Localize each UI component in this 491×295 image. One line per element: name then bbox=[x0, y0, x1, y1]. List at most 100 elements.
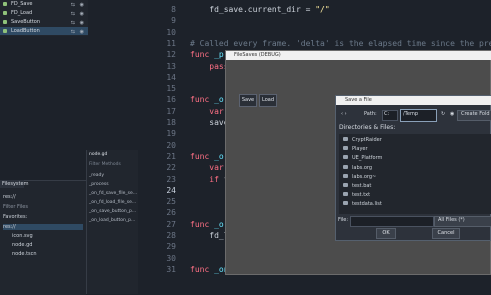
scene-tree-panel: FD_Save ⇆ ◉ FD_Load ⇆ ◉ SaveButton ⇆ ◉ L… bbox=[0, 0, 88, 36]
code-line[interactable]: func _p bbox=[190, 50, 224, 59]
tree-item-label: LoadButton bbox=[11, 28, 40, 34]
line-number: 28 bbox=[166, 231, 176, 240]
method-item[interactable]: _process bbox=[89, 182, 109, 187]
code-line[interactable]: fd_save.current_dir = "/" bbox=[190, 5, 329, 14]
file-label: File: bbox=[338, 217, 349, 223]
tree-item-label: SaveButton bbox=[11, 19, 41, 25]
method-item[interactable]: _on_save_button_p... bbox=[89, 209, 136, 214]
file-list-item[interactable]: test.txt bbox=[343, 192, 370, 198]
line-number: 18 bbox=[166, 118, 176, 127]
file-list-item[interactable]: test.bat bbox=[343, 183, 371, 189]
signal-icon[interactable]: ⇆ bbox=[71, 28, 75, 36]
file-list-item[interactable]: Player bbox=[343, 146, 368, 152]
node-icon bbox=[3, 20, 7, 24]
tree-item-load-button[interactable]: LoadButton ⇆ ◉ bbox=[0, 27, 88, 35]
code-line[interactable]: func _o bbox=[190, 220, 224, 229]
file-name: Player bbox=[352, 146, 368, 153]
file-list-item[interactable]: UE_Platform bbox=[343, 155, 382, 161]
filesystem-path[interactable]: res:// bbox=[3, 194, 16, 200]
line-number: 8 bbox=[171, 5, 176, 14]
code-line[interactable]: # Called every frame. 'delta' is the ela… bbox=[190, 39, 491, 48]
signal-icon[interactable]: ⇆ bbox=[71, 19, 75, 27]
file-list-item[interactable]: testdata.list bbox=[343, 201, 382, 207]
code-line[interactable]: save bbox=[190, 118, 228, 127]
signal-icon[interactable]: ⇆ bbox=[71, 10, 75, 18]
show-hidden-icon[interactable]: ◉ bbox=[450, 111, 454, 117]
line-number: 14 bbox=[166, 72, 176, 82]
line-number: 27 bbox=[166, 219, 176, 229]
method-item[interactable]: _on_load_button_p... bbox=[89, 218, 135, 223]
folder-icon bbox=[343, 146, 348, 151]
file-name: testdata.list bbox=[352, 201, 382, 208]
path-label: Path: bbox=[364, 111, 377, 117]
node-icon bbox=[3, 2, 7, 6]
file-list-item[interactable]: CryptRaider bbox=[343, 137, 382, 143]
tree-item-fd-save[interactable]: FD_Save ⇆ ◉ bbox=[0, 0, 88, 8]
method-item[interactable]: _on_fd_save_file_se... bbox=[89, 191, 137, 196]
tree-item-fd-load[interactable]: FD_Load ⇆ ◉ bbox=[0, 9, 88, 17]
line-number: 22 bbox=[166, 163, 176, 173]
line-number: 13 bbox=[166, 61, 176, 71]
fs-item-res[interactable]: res:// bbox=[3, 224, 83, 230]
line-number: 23 bbox=[166, 174, 176, 184]
file-icon bbox=[343, 192, 348, 197]
back-icon[interactable]: ‹ › bbox=[341, 111, 347, 117]
node-icon bbox=[3, 29, 7, 33]
line-number: 21 bbox=[166, 151, 176, 161]
path-input-value: /Temp bbox=[403, 111, 419, 117]
code-line[interactable]: var bbox=[190, 107, 223, 116]
line-number: 30 bbox=[166, 253, 176, 263]
code-line[interactable]: func _o bbox=[190, 152, 224, 161]
line-number: 10 bbox=[166, 27, 176, 37]
file-icon bbox=[343, 201, 348, 206]
fs-item-node-tscn[interactable]: node.tscn bbox=[12, 251, 37, 257]
filter-methods-input[interactable]: Filter Methods bbox=[89, 162, 121, 167]
folder-icon bbox=[343, 137, 348, 141]
refresh-icon[interactable]: ↻ bbox=[441, 111, 445, 117]
file-name-input[interactable] bbox=[350, 216, 434, 227]
directories-files-label: Directories & Files: bbox=[339, 124, 396, 131]
code-line[interactable]: func _o bbox=[190, 95, 224, 104]
fs-item-node-gd[interactable]: node.gd bbox=[12, 242, 32, 248]
method-item[interactable]: _on_fd_load_file_se... bbox=[89, 200, 136, 205]
visibility-icon[interactable]: ◉ bbox=[80, 1, 84, 9]
line-number: 25 bbox=[166, 197, 176, 207]
line-number: 26 bbox=[166, 208, 176, 218]
fs-item-icon-svg[interactable]: icon.svg bbox=[12, 233, 33, 239]
visibility-icon[interactable]: ◉ bbox=[80, 28, 84, 36]
line-number: 12 bbox=[166, 50, 176, 60]
code-line[interactable]: pass bbox=[190, 62, 228, 71]
tree-item-label: FD_Load bbox=[11, 10, 33, 16]
line-number: 31 bbox=[166, 264, 176, 274]
script-file-item[interactable]: node.gd bbox=[89, 152, 107, 157]
tree-item-label: FD_Save bbox=[11, 1, 33, 7]
filesystem-tab[interactable]: Filesystem bbox=[0, 180, 28, 188]
tree-item-save-button[interactable]: SaveButton ⇆ ◉ bbox=[0, 18, 88, 26]
method-item[interactable]: _ready bbox=[89, 173, 104, 178]
line-number: 20 bbox=[166, 140, 176, 150]
signal-icon[interactable]: ⇆ bbox=[71, 1, 75, 9]
line-number: 11 bbox=[166, 38, 176, 48]
code-line[interactable]: fd_l bbox=[190, 231, 228, 240]
filesystem-filter-input[interactable]: Filter Files bbox=[3, 204, 28, 210]
file-filter-value: All Files (*) bbox=[438, 217, 465, 223]
line-number: 29 bbox=[166, 242, 176, 252]
code-line[interactable]: var bbox=[190, 163, 223, 172]
cancel-button[interactable]: Cancel bbox=[432, 228, 460, 239]
visibility-icon[interactable]: ◉ bbox=[80, 19, 84, 27]
file-list-item[interactable]: labs.org bbox=[343, 164, 372, 171]
save-button[interactable]: Save bbox=[239, 94, 257, 107]
node-icon bbox=[3, 11, 7, 15]
line-number: 16 bbox=[166, 95, 176, 105]
ok-button[interactable]: OK bbox=[376, 228, 396, 239]
file-name: test.txt bbox=[352, 192, 371, 199]
visibility-icon[interactable]: ◉ bbox=[80, 10, 84, 18]
file-name: CryptRaider bbox=[352, 137, 382, 143]
favorites-label: Favorites: bbox=[3, 214, 28, 220]
code-line[interactable]: if f bbox=[190, 175, 228, 184]
folder-icon bbox=[343, 173, 348, 178]
file-icon bbox=[343, 183, 348, 187]
load-button[interactable]: Load bbox=[259, 94, 277, 107]
line-number: 19 bbox=[166, 129, 176, 139]
file-list-item[interactable]: labs.org~ bbox=[343, 173, 376, 180]
